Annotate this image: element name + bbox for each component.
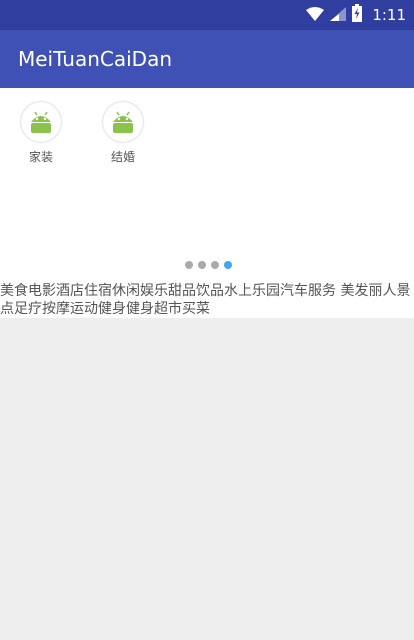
category-item-jiazhuang[interactable]: 家装 xyxy=(11,102,71,164)
app-bar: MeiTuanCaiDan xyxy=(0,30,414,88)
android-icon xyxy=(103,102,143,142)
category-label: 家装 xyxy=(28,150,53,164)
page-dot-4[interactable] xyxy=(223,261,232,269)
page-dot-2[interactable] xyxy=(197,261,206,269)
wifi-icon xyxy=(306,6,325,25)
android-icon xyxy=(21,102,61,142)
category-text: 美食电影酒店住宿休闲娱乐甜品饮品水上乐园汽车服务 美发丽人景点足疗按摩运动健身健… xyxy=(0,282,414,318)
category-panel: 家装 结婚 美食电影酒店住宿休闲娱乐甜品饮品水上乐园汽车服务 美发丽人景点足疗按… xyxy=(0,88,414,318)
app-screen: 1:11 MeiTuanCaiDan 家装 结婚 美食电影酒店住宿休闲娱乐甜品饮… xyxy=(0,0,414,640)
category-item-jiehun[interactable]: 结婚 xyxy=(93,102,153,164)
category-label: 结婚 xyxy=(110,150,135,164)
page-dot-3[interactable] xyxy=(210,261,219,269)
page-dot-1[interactable] xyxy=(184,261,193,269)
status-time: 1:11 xyxy=(372,6,406,24)
app-title: MeiTuanCaiDan xyxy=(18,47,173,71)
status-bar: 1:11 xyxy=(0,0,414,30)
status-icons: 1:11 xyxy=(306,0,406,30)
battery-icon xyxy=(352,4,363,26)
signal-icon xyxy=(330,6,347,25)
page-indicator xyxy=(0,258,414,272)
